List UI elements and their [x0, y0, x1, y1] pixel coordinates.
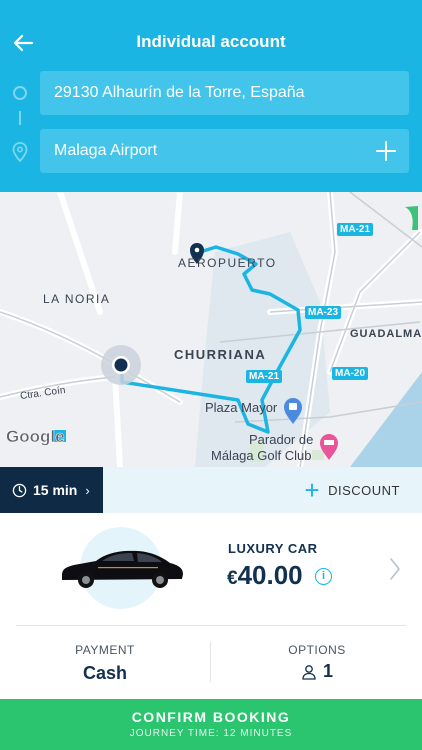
discount-label: DISCOUNT [328, 482, 400, 498]
passenger-count: 1 [322, 661, 333, 681]
price-value: 40.00 [237, 560, 303, 590]
destination-field[interactable]: Malaga Airport [40, 129, 409, 173]
map-label-aeropuerto: AEROPUERTO [178, 256, 277, 270]
confirm-booking-button[interactable]: CONFIRM BOOKING JOURNEY TIME: 12 MINUTES [0, 699, 422, 750]
luxury-car-icon [62, 550, 183, 588]
origin-dot-icon [13, 86, 27, 100]
confirm-booking-label: CONFIRM BOOKING [131, 709, 291, 725]
destination-text: Malaga Airport [54, 142, 158, 159]
currency-symbol: € [227, 568, 238, 589]
journey-time-label: JOURNEY TIME: 12 MINUTES [129, 728, 293, 739]
route-connector [19, 111, 21, 125]
road-badge: MA-23 [305, 306, 342, 319]
payment-label: PAYMENT [75, 643, 135, 657]
eta-label: 15 min [33, 482, 78, 498]
google-logo: Google [6, 427, 65, 447]
plus-icon: + [304, 475, 321, 505]
road-badge: MA-20 [332, 367, 369, 380]
map-label-guadalma: GUADALMA [350, 328, 422, 340]
map-label-churriana: CHURRIANA [174, 347, 267, 362]
clock-icon [12, 483, 27, 497]
fare-price: €40.00 [227, 560, 303, 591]
add-stop-plus-icon[interactable] [375, 140, 397, 162]
road-badge: MA-21 [246, 370, 283, 383]
chevron-right-icon[interactable] [388, 556, 402, 582]
options-label: OPTIONS [288, 643, 346, 657]
passenger-options[interactable]: 1 [252, 661, 382, 682]
eta-button[interactable]: 15 min › [0, 467, 103, 513]
info-icon[interactable]: i [315, 568, 332, 585]
column-divider [210, 642, 211, 682]
destination-pin-icon [12, 142, 28, 162]
map-label-golf-club: Málaga Golf Club [211, 448, 312, 463]
chevron-right-icon: › [85, 482, 90, 498]
section-divider [16, 625, 406, 626]
vehicle-category: LUXURY CAR [228, 541, 318, 556]
map-label-plaza-mayor: Plaza Mayor [205, 400, 278, 415]
pickup-address-text: 29130 Alhaurín de la Torre, España [54, 84, 305, 101]
pickup-address-field[interactable]: 29130 Alhaurín de la Torre, España [40, 71, 409, 115]
payment-method[interactable]: Cash [40, 663, 170, 684]
top-header: Individual account 29130 Alhaurín de la … [0, 0, 422, 192]
page-title: Individual account [136, 32, 286, 51]
person-icon [302, 664, 316, 680]
trip-options-bar: 15 min › + DISCOUNT [0, 467, 422, 513]
discount-button[interactable]: + DISCOUNT [304, 467, 400, 513]
road-badge: MA-21 [337, 223, 374, 236]
map-label-la-noria: LA NORIA [43, 292, 111, 306]
map-label-parador: Parador de [249, 432, 314, 447]
route-map[interactable]: MA-21 MA-23 MA-21 MA-20 AEROPUERTO LA NO… [0, 192, 422, 467]
